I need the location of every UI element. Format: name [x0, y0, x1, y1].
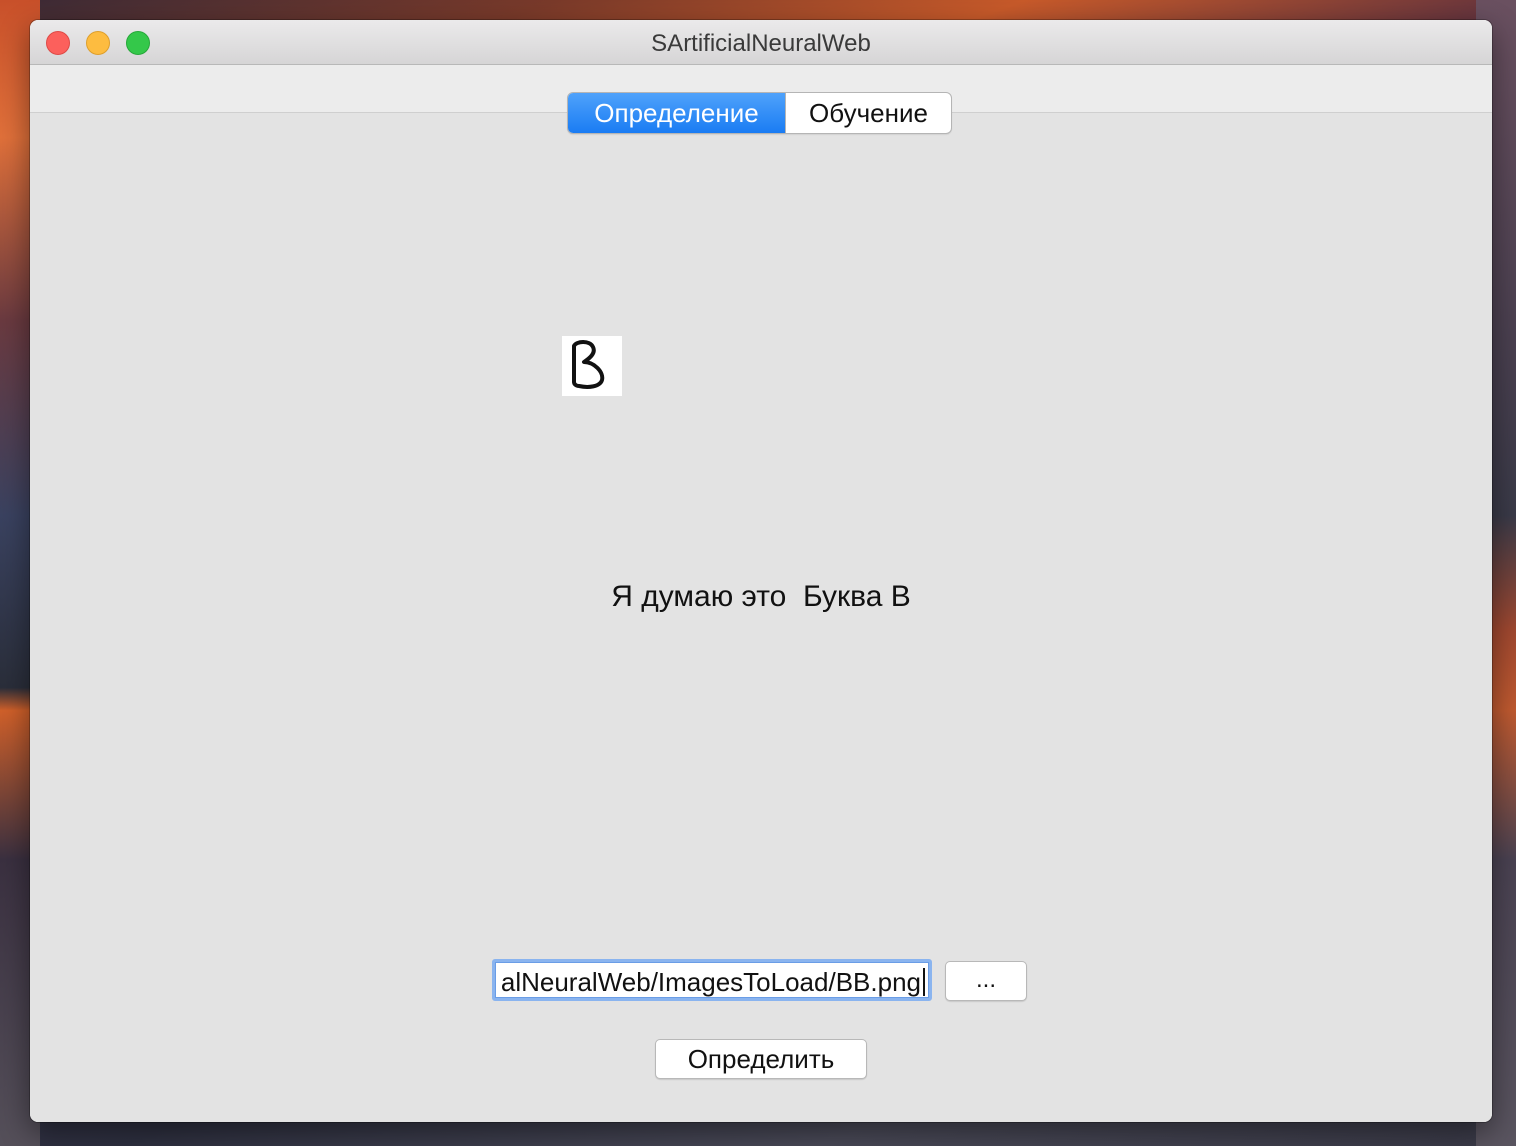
- tab-recognition[interactable]: Определение: [568, 93, 785, 133]
- image-path-value: alNeuralWeb/ImagesToLoad/BB.png: [500, 967, 921, 997]
- result-answer: Буква В: [802, 580, 911, 613]
- recognition-result: Я думаю это Буква В: [30, 580, 1492, 614]
- handwritten-letter-image: [572, 340, 605, 389]
- result-prefix: Я думаю это: [611, 580, 787, 613]
- detect-button[interactable]: Определить: [655, 1039, 867, 1079]
- result-spacer: [786, 580, 803, 613]
- tab-switcher: Определение Обучение: [567, 92, 952, 134]
- title-bar[interactable]: SArtificialNeuralWeb: [30, 20, 1492, 65]
- image-path-input[interactable]: alNeuralWeb/ImagesToLoad/BB.png: [492, 959, 932, 1001]
- tab-training[interactable]: Обучение: [785, 93, 951, 133]
- app-window: SArtificialNeuralWeb Определение Обучени…: [30, 20, 1492, 1122]
- text-caret: [923, 968, 925, 996]
- browse-button[interactable]: ...: [945, 961, 1027, 1001]
- window-title: SArtificialNeuralWeb: [651, 30, 871, 57]
- loaded-image-preview: [562, 336, 622, 396]
